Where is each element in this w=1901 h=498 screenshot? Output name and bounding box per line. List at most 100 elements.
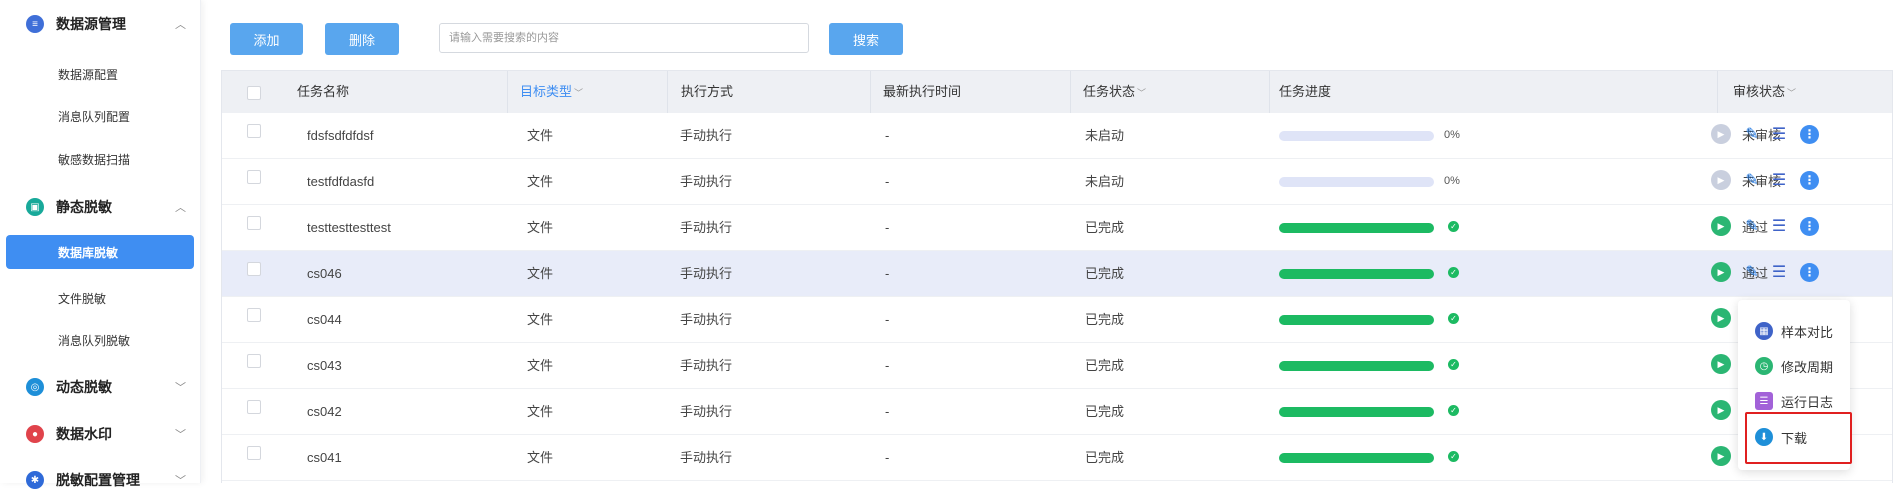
- last-run-cell: -: [885, 220, 890, 235]
- sidebar-group-watermark[interactable]: ● 数据水印 ﹀: [0, 416, 200, 452]
- task-name-cell: cs043: [307, 358, 342, 373]
- progress-fill: [1279, 269, 1434, 279]
- search-input[interactable]: 请输入需要搜索的内容: [439, 23, 809, 53]
- row-checkbox[interactable]: [247, 446, 261, 460]
- sidebar-item-datasource-config[interactable]: 数据源配置: [0, 57, 200, 91]
- edit-icon[interactable]: ✎: [1744, 262, 1760, 282]
- table-row[interactable]: cs043文件手动执行-已完成✓通过▶✎☰⋮: [222, 343, 1892, 389]
- sidebar-group-label: 静态脱敏: [56, 199, 112, 215]
- sidebar-item-label: 消息队列脱敏: [58, 333, 131, 348]
- search-button[interactable]: 搜索: [829, 23, 903, 55]
- exec-mode-cell: 手动执行: [680, 358, 733, 373]
- sidebar-item-sensitive-scan[interactable]: 敏感数据扫描: [0, 142, 200, 176]
- sidebar-group-label: 数据水印: [56, 426, 112, 442]
- row-actions: ▶ ✎ ☰ ⋮: [1711, 170, 1819, 190]
- more-icon[interactable]: ⋮: [1800, 262, 1819, 282]
- sidebar-group-static-masking[interactable]: ▣ 静态脱敏 ︿: [0, 189, 200, 225]
- row-checkbox[interactable]: [247, 400, 261, 414]
- list-icon[interactable]: ☰: [1770, 170, 1788, 190]
- sidebar-item-db-masking[interactable]: 数据库脱敏: [6, 235, 194, 269]
- table-row[interactable]: testfdfdasfd 文件 手动执行 - 未启动 0% 未审核 ▶ ✎ ☰ ⋮: [222, 159, 1892, 205]
- sidebar-item-mq-masking[interactable]: 消息队列脱敏: [0, 323, 200, 357]
- delete-button[interactable]: 删除: [325, 23, 399, 55]
- table-row[interactable]: fdsfsdfdfdsf 文件 手动执行 - 未启动 0% 未审核 ▶ ✎ ☰ ⋮: [222, 113, 1892, 159]
- row-actions: ▶ ✎ ☰ ⋮: [1711, 262, 1819, 282]
- edit-icon[interactable]: ✎: [1744, 170, 1760, 190]
- exec-mode-cell: 手动执行: [680, 404, 733, 419]
- col-review-status-label: 审核状态: [1733, 84, 1786, 99]
- menu-item-sample-compare[interactable]: ▦ 样本对比: [1738, 314, 1850, 348]
- play-icon[interactable]: ▶: [1711, 446, 1731, 466]
- edit-icon[interactable]: ✎: [1744, 124, 1760, 144]
- chevron-down-icon: ﹀: [175, 382, 186, 394]
- row-checkbox[interactable]: [247, 262, 261, 276]
- more-icon[interactable]: ⋮: [1800, 216, 1819, 236]
- exec-mode-cell: 手动执行: [680, 220, 733, 235]
- progress-percent: 0%: [1444, 175, 1460, 187]
- sidebar-group-dynamic-masking[interactable]: ◎ 动态脱敏 ﹀: [0, 369, 200, 405]
- last-run-cell: -: [885, 174, 890, 189]
- sidebar-item-label: 敏感数据扫描: [58, 152, 131, 167]
- chevron-up-icon: ︿: [175, 19, 186, 31]
- play-icon[interactable]: ▶: [1711, 170, 1731, 190]
- check-icon: ✓: [1448, 221, 1459, 232]
- sidebar-group-masking-config[interactable]: ✱ 脱敏配置管理 ﹀: [0, 462, 200, 498]
- play-icon[interactable]: ▶: [1711, 124, 1731, 144]
- row-actions: ▶ ✎ ☰ ⋮: [1711, 216, 1819, 236]
- menu-item-label: 修改周期: [1781, 359, 1834, 375]
- exec-mode-cell: 手动执行: [680, 128, 733, 143]
- check-icon: ✓: [1448, 451, 1459, 462]
- play-icon[interactable]: ▶: [1711, 400, 1731, 420]
- map-pin-icon: ●: [26, 425, 44, 443]
- row-checkbox[interactable]: [247, 308, 261, 322]
- progress-fill: [1279, 453, 1434, 463]
- target-type-cell: 文件: [527, 266, 554, 281]
- play-icon[interactable]: ▶: [1711, 308, 1731, 328]
- download-highlight-box: [1745, 412, 1852, 464]
- list-icon[interactable]: ☰: [1770, 262, 1788, 282]
- table-row[interactable]: cs044文件手动执行-已完成✓通过▶✎☰⋮: [222, 297, 1892, 343]
- col-target-type[interactable]: 目标类型 ﹀: [520, 71, 583, 113]
- table-row[interactable]: cs041文件手动执行-已完成✓通过▶✎☰⋮: [222, 435, 1892, 481]
- table-row[interactable]: cs046 文件 手动执行 - 已完成 ✓ 通过 ▶ ✎ ☰ ⋮: [222, 251, 1892, 297]
- row-checkbox[interactable]: [247, 124, 261, 138]
- play-icon[interactable]: ▶: [1711, 354, 1731, 374]
- sidebar: ≡ 数据源管理 ︿ 数据源配置 消息队列配置 敏感数据扫描 ▣ 静态脱敏 ︿ 数…: [0, 0, 201, 489]
- more-icon[interactable]: ⋮: [1800, 170, 1819, 190]
- select-all-checkbox[interactable]: [247, 86, 261, 100]
- exec-mode-cell: 手动执行: [680, 174, 733, 189]
- last-run-cell: -: [885, 128, 890, 143]
- table-row[interactable]: cs042文件手动执行-已完成✓通过▶✎☰⋮: [222, 389, 1892, 435]
- progress-bar: [1279, 177, 1434, 187]
- sidebar-group-label: 数据源管理: [56, 16, 126, 32]
- list-icon[interactable]: ☰: [1770, 124, 1788, 144]
- row-checkbox[interactable]: [247, 216, 261, 230]
- more-icon[interactable]: ⋮: [1800, 124, 1819, 144]
- task-status-cell: 未启动: [1085, 128, 1125, 143]
- list-icon[interactable]: ☰: [1770, 216, 1788, 236]
- play-icon[interactable]: ▶: [1711, 216, 1731, 236]
- menu-item-modify-cycle[interactable]: ◷ 修改周期: [1738, 349, 1850, 383]
- progress-fill: [1279, 407, 1434, 417]
- database-icon: ≡: [26, 15, 44, 33]
- sort-caret-icon: ﹀: [1787, 88, 1797, 98]
- sidebar-item-mq-config[interactable]: 消息队列配置: [0, 99, 200, 133]
- task-name-cell: testtesttesttest: [307, 220, 391, 235]
- menu-item-label: 样本对比: [1781, 324, 1834, 340]
- sidebar-item-label: 数据库脱敏: [58, 245, 119, 260]
- col-review-status[interactable]: 审核状态 ﹀: [1733, 71, 1796, 113]
- table-row[interactable]: testtesttesttest 文件 手动执行 - 已完成 ✓ 通过 ▶ ✎ ☰ ⋮: [222, 205, 1892, 251]
- last-run-cell: -: [885, 358, 890, 373]
- sidebar-item-file-masking[interactable]: 文件脱敏: [0, 281, 200, 315]
- col-task-status[interactable]: 任务状态 ﹀: [1083, 71, 1146, 113]
- sidebar-group-datasource[interactable]: ≡ 数据源管理 ︿: [0, 6, 200, 42]
- task-status-cell: 已完成: [1085, 220, 1125, 235]
- play-icon[interactable]: ▶: [1711, 262, 1731, 282]
- add-button[interactable]: 添加: [230, 23, 303, 55]
- table-compare-icon: ▦: [1755, 322, 1773, 340]
- check-icon: ✓: [1448, 359, 1459, 370]
- clock-icon: ◷: [1755, 357, 1773, 375]
- row-checkbox[interactable]: [247, 354, 261, 368]
- row-checkbox[interactable]: [247, 170, 261, 184]
- edit-icon[interactable]: ✎: [1744, 216, 1760, 236]
